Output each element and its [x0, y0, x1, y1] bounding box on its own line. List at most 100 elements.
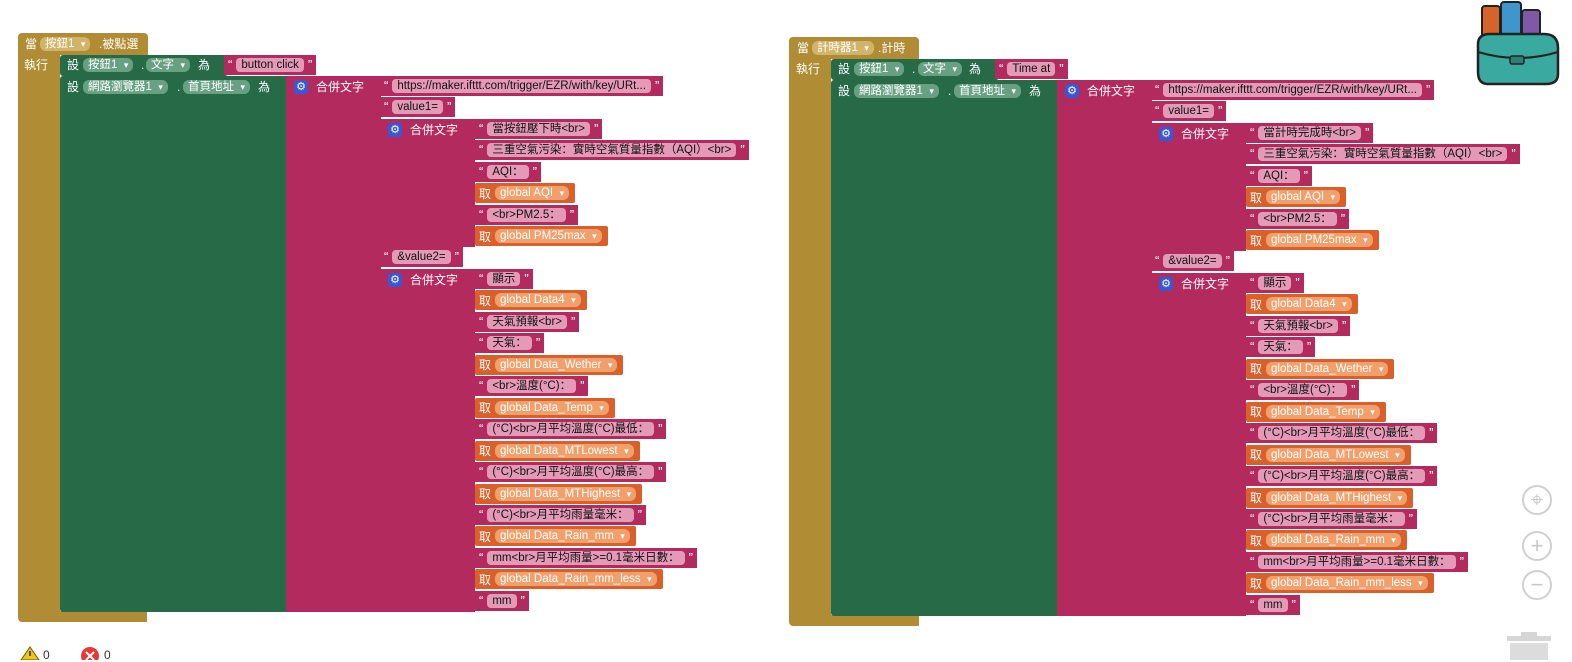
- text-string-block[interactable]: “mm”: [475, 590, 529, 611]
- get-variable-block[interactable]: 取 global PM25max: [1246, 230, 1379, 250]
- variable-dropdown[interactable]: global AQI: [495, 186, 570, 201]
- text-value[interactable]: AQI：: [487, 164, 529, 179]
- text-value[interactable]: 天氣：: [1258, 340, 1303, 355]
- text-string-block[interactable]: “AQI：”: [475, 161, 541, 182]
- text-value[interactable]: (°C)<br>月平均雨量毫米：: [1258, 511, 1405, 526]
- get-variable-block[interactable]: 取 global Data_Rain_mm: [475, 526, 636, 547]
- value2-join-block[interactable]: [1152, 273, 1246, 616]
- variable-dropdown[interactable]: global Data_Temp: [495, 400, 609, 415]
- get-variable-block[interactable]: 取 global Data_Wether: [475, 354, 624, 375]
- text-value[interactable]: 當計時完成時<br>: [1258, 126, 1361, 140]
- variable-dropdown[interactable]: global Data_Rain_mm: [495, 529, 630, 544]
- text-value[interactable]: 天氣：: [487, 336, 532, 351]
- value2-text-block[interactable]: “&value2=”: [1151, 251, 1234, 271]
- variable-dropdown[interactable]: global Data_MTHighest: [1266, 490, 1408, 505]
- get-variable-block[interactable]: 取 global Data4: [475, 290, 587, 311]
- get-variable-block[interactable]: 取 global Data_Temp: [475, 397, 615, 418]
- get-variable-block[interactable]: 取 global AQI: [475, 183, 576, 204]
- text-value[interactable]: Time at: [1007, 62, 1056, 76]
- variable-dropdown[interactable]: global Data_Rain_mm_less: [1266, 576, 1428, 591]
- set-component-dropdown[interactable]: 按鈕1: [83, 58, 134, 72]
- text-string-block[interactable]: “(°C)<br>月平均溫度(°C)最高：”: [475, 462, 667, 483]
- get-variable-block[interactable]: 取 global Data_Temp: [1246, 401, 1386, 422]
- url-value[interactable]: https://maker.ifttt.com/trigger/EZR/with…: [1163, 83, 1422, 97]
- outer-join-block[interactable]: [286, 76, 381, 612]
- variable-dropdown[interactable]: global Data_MTLowest: [495, 443, 634, 458]
- set-property-dropdown[interactable]: 文字: [918, 62, 962, 76]
- value1-text-block[interactable]: “value1=”: [1151, 101, 1227, 121]
- get-variable-block[interactable]: 取 global PM25max: [475, 226, 608, 246]
- text-value[interactable]: (°C)<br>月平均溫度(°C)最高：: [487, 465, 655, 480]
- text-value[interactable]: 三重空氣污染：實時空氣質量指數（AQI）<br>: [487, 143, 737, 158]
- text-string-block[interactable]: “當按鈕壓下時<br> ”: [475, 119, 603, 139]
- text-value[interactable]: (°C)<br>月平均溫度(°C)最低：: [487, 422, 655, 437]
- error-icon[interactable]: [80, 646, 100, 660]
- text-string-block[interactable]: “<br>溫度(°C)：”: [1246, 380, 1360, 401]
- text-string-block[interactable]: “天氣預報<br>”: [1246, 315, 1351, 336]
- text-string-block[interactable]: “AQI：”: [1246, 165, 1312, 186]
- value2-label[interactable]: &value2=: [1163, 254, 1222, 268]
- text-value[interactable]: 三重空氣污染：實時空氣質量指數（AQI）<br>: [1258, 147, 1508, 162]
- set-web-homeurl-block[interactable]: [831, 80, 1057, 616]
- text-value[interactable]: (°C)<br>月平均溫度(°C)最低：: [1258, 426, 1426, 441]
- text-value[interactable]: <br>溫度(°C)：: [1258, 383, 1348, 398]
- value2-label[interactable]: &value2=: [392, 250, 451, 264]
- text-string-block[interactable]: “三重空氣污染：實時空氣質量指數（AQI）<br>”: [475, 140, 749, 161]
- mutator-gear-icon[interactable]: ⚙: [388, 123, 402, 137]
- get-variable-block[interactable]: 取 global Data_MTHighest: [475, 483, 643, 504]
- text-string-block[interactable]: “顯示”: [475, 269, 533, 289]
- mutator-gear-icon[interactable]: ⚙: [1159, 127, 1173, 141]
- url-text-block[interactable]: “https://maker.ifttt.com/trigger/EZR/wit…: [1151, 80, 1435, 100]
- get-variable-block[interactable]: 取 global AQI: [1246, 187, 1347, 208]
- text-string-block[interactable]: “(°C)<br>月平均雨量毫米：”: [475, 504, 646, 525]
- set-property-dropdown[interactable]: 首頁地址: [954, 84, 1021, 98]
- text-value[interactable]: <br>PM2.5：: [487, 207, 566, 222]
- get-variable-block[interactable]: 取 global Data_MTLowest: [475, 440, 640, 461]
- mutator-gear-icon[interactable]: ⚙: [294, 80, 308, 94]
- text-string-block[interactable]: “(°C)<br>月平均雨量毫米：”: [1246, 508, 1417, 529]
- get-variable-block[interactable]: 取 global Data_Wether: [1246, 358, 1395, 379]
- variable-dropdown[interactable]: global Data_MTLowest: [1266, 447, 1405, 462]
- text-string-block[interactable]: “天氣預報<br>”: [475, 311, 580, 332]
- text-value[interactable]: 天氣預報<br>: [1258, 318, 1339, 333]
- mutator-gear-icon[interactable]: ⚙: [1065, 84, 1079, 98]
- variable-dropdown[interactable]: global Data_Temp: [1266, 404, 1380, 419]
- text-block[interactable]: “Time at”: [995, 59, 1068, 79]
- set-web-homeurl-block[interactable]: [60, 76, 286, 612]
- variable-dropdown[interactable]: global AQI: [1266, 190, 1341, 205]
- text-value[interactable]: 當按鈕壓下時<br>: [487, 122, 590, 136]
- text-string-block[interactable]: “(°C)<br>月平均溫度(°C)最低：”: [475, 419, 667, 440]
- text-value[interactable]: <br>PM2.5：: [1258, 211, 1337, 226]
- text-string-block[interactable]: “當計時完成時<br> ”: [1246, 123, 1374, 143]
- value2-join-block[interactable]: [381, 269, 475, 612]
- mutator-gear-icon[interactable]: ⚙: [1159, 277, 1173, 291]
- text-string-block[interactable]: “天氣：”: [1246, 337, 1316, 358]
- trash-icon[interactable]: [1505, 630, 1553, 660]
- text-value[interactable]: mm: [487, 593, 517, 608]
- warning-icon[interactable]: [20, 646, 40, 660]
- text-string-block[interactable]: “mm”: [1246, 594, 1300, 615]
- value1-join-block[interactable]: [1152, 123, 1246, 251]
- variable-dropdown[interactable]: global Data_Wether: [1266, 361, 1389, 376]
- variable-dropdown[interactable]: global Data_MTHighest: [495, 486, 637, 501]
- text-value[interactable]: mm<br>月平均雨量>=0.1毫米日數：: [487, 550, 685, 565]
- set-component-dropdown[interactable]: 網路瀏覽器1: [83, 80, 168, 94]
- text-string-block[interactable]: “mm<br>月平均雨量>=0.1毫米日數：”: [1246, 551, 1468, 572]
- variable-dropdown[interactable]: global PM25max: [1266, 233, 1373, 247]
- value2-text-block[interactable]: “&value2=”: [380, 247, 463, 267]
- value1-label[interactable]: value1=: [392, 100, 443, 114]
- text-value[interactable]: button click: [236, 58, 304, 72]
- url-value[interactable]: https://maker.ifttt.com/trigger/EZR/with…: [392, 79, 651, 93]
- text-string-block[interactable]: “(°C)<br>月平均溫度(°C)最高：”: [1246, 466, 1438, 487]
- text-string-block[interactable]: “<br>PM2.5：”: [475, 204, 579, 225]
- variable-dropdown[interactable]: global Data4: [495, 293, 581, 308]
- value1-join-block[interactable]: [381, 119, 475, 247]
- text-string-block[interactable]: “mm<br>月平均雨量>=0.1毫米日數：”: [475, 547, 697, 568]
- zoom-in-icon[interactable]: +: [1522, 531, 1552, 561]
- get-variable-block[interactable]: 取 global Data_MTHighest: [1246, 487, 1414, 508]
- event-component-dropdown[interactable]: 計時器1: [812, 41, 874, 55]
- text-value[interactable]: (°C)<br>月平均溫度(°C)最高：: [1258, 469, 1426, 484]
- backpack-icon[interactable]: [1474, 0, 1568, 88]
- zoom-out-icon[interactable]: −: [1522, 570, 1552, 600]
- get-variable-block[interactable]: 取 global Data4: [1246, 294, 1358, 315]
